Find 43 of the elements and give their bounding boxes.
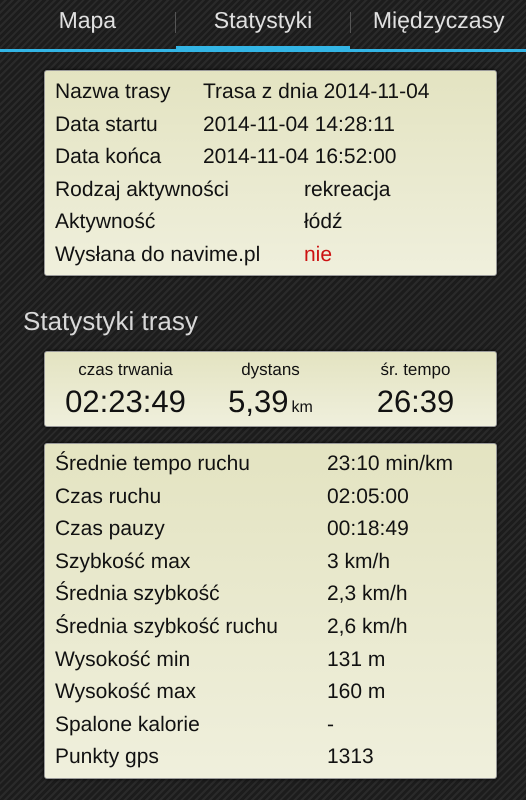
- section-title: Statystyki trasy: [23, 306, 199, 337]
- stat-label: Wysokość min: [55, 646, 192, 673]
- stat-label: Czas ruchu: [55, 484, 162, 510]
- summary-label: dystans: [241, 360, 300, 380]
- field-value: Trasa z dnia 2014-11-04: [203, 79, 430, 105]
- stat-label: Spalone kalorie: [55, 712, 201, 738]
- stat-label: Czas pauzy: [55, 516, 166, 542]
- stat-value: 23:10 min/km: [327, 451, 454, 477]
- stat-value: 2,6 km/h: [327, 614, 409, 640]
- field-label: Data końca: [55, 144, 162, 170]
- summary-label: śr. tempo: [380, 360, 450, 380]
- field-value: 2014-11-04 14:28:11: [203, 112, 396, 138]
- stat-value: 3 km/h: [327, 548, 392, 575]
- field-value: rekreacja: [304, 176, 392, 202]
- stat-label: Średnia szybkość ruchu: [55, 613, 279, 640]
- field-label: Aktywność: [55, 209, 156, 235]
- tab[interactable]: Mapa: [0, 0, 175, 52]
- unit-label: km: [292, 399, 313, 417]
- field-label: Data startu: [55, 112, 159, 138]
- stat-value: 00:18:49: [327, 516, 410, 542]
- tab[interactable]: Międzyczasy: [351, 0, 526, 52]
- stat-label: Średnie tempo ruchu: [55, 450, 251, 477]
- field-label: Wysłana do navime.pl: [55, 242, 262, 268]
- field-value: nie: [304, 242, 334, 268]
- stat-value: 1313: [327, 744, 375, 770]
- field-label: Rodzaj aktywności: [55, 176, 230, 202]
- field-value: łódź: [304, 209, 344, 235]
- stat-value: 160 m: [327, 679, 386, 706]
- stat-label: Punkty gps: [55, 744, 160, 770]
- stat-label: Szybkość max: [55, 548, 192, 575]
- field-value: 2014-11-04 16:52:00: [203, 144, 398, 170]
- stat-label: Wysokość max: [55, 679, 198, 706]
- summary-value: 5,39: [228, 384, 288, 420]
- summary-label: czas trwania: [78, 360, 173, 380]
- summary-value: 02:23:49: [65, 384, 186, 420]
- stat-value: 02:05:00: [327, 484, 410, 510]
- stat-value: 2,3 km/h: [327, 581, 409, 608]
- tab[interactable]: Statystyki: [176, 0, 350, 52]
- stat-value: -: [327, 712, 335, 738]
- stat-label: Średnia szybkość: [55, 580, 221, 608]
- field-label: Nazwa trasy: [55, 79, 172, 105]
- summary-value: 26:39: [376, 384, 454, 420]
- stat-value: 131 m: [327, 646, 386, 673]
